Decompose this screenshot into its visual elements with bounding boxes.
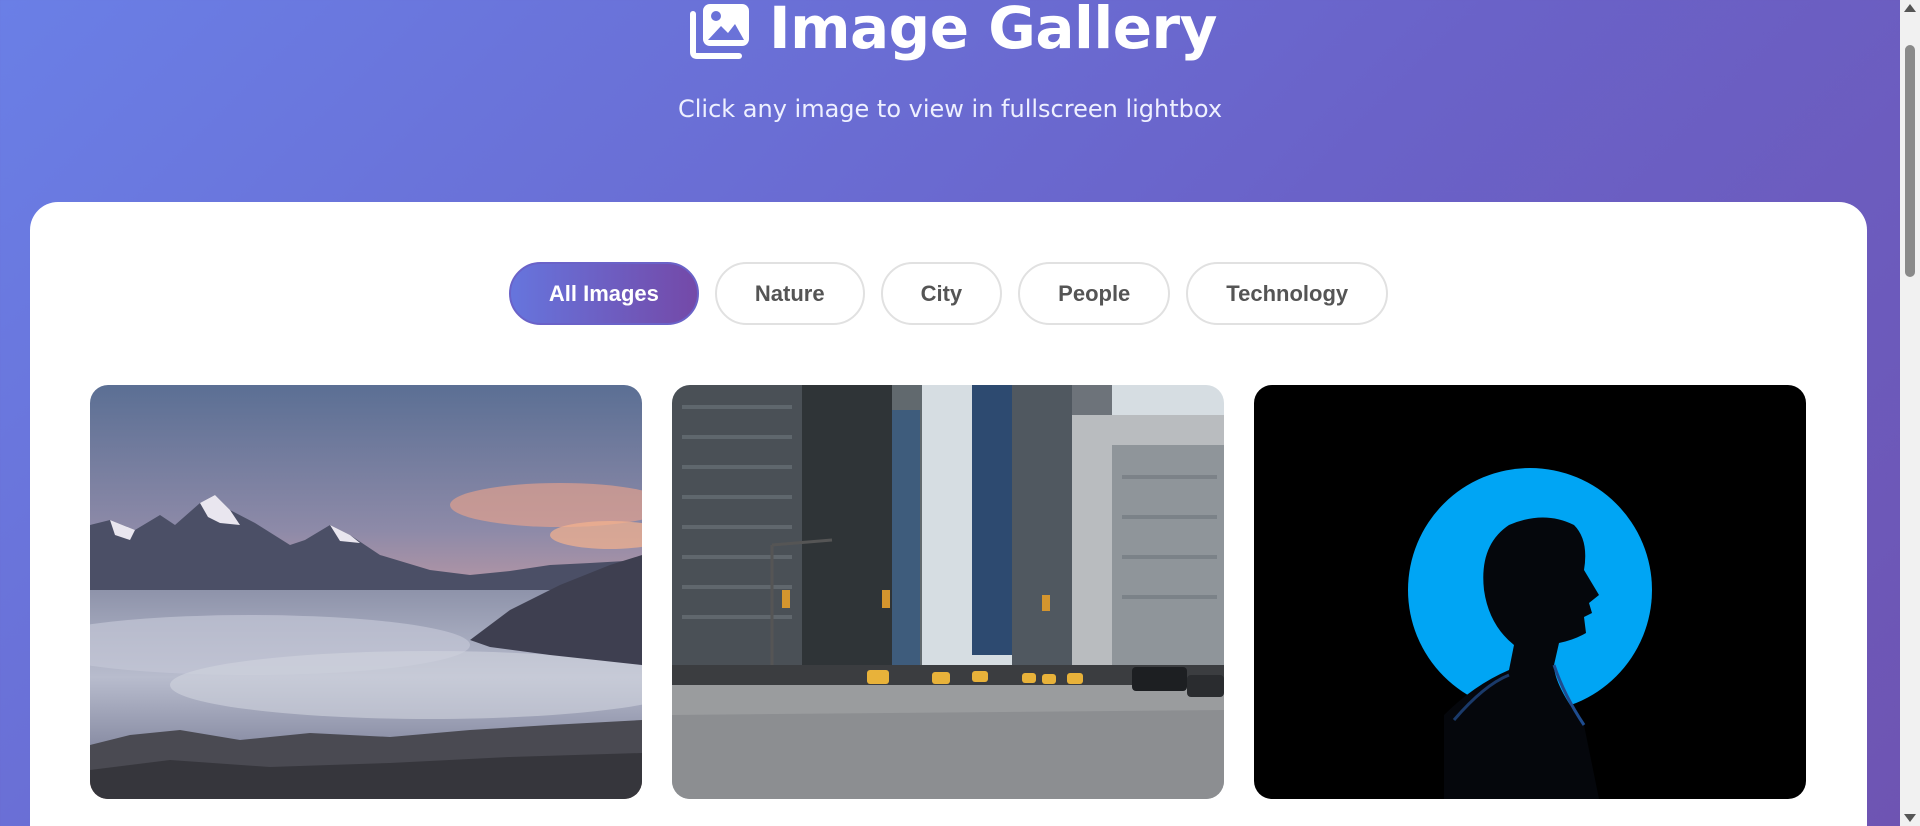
page-scrollbar[interactable] [1900, 0, 1920, 826]
gallery-item-silhouette[interactable] [1254, 385, 1806, 799]
filter-people-button[interactable]: People [1018, 262, 1171, 325]
gallery-panel: All Images Nature City People Technology [30, 202, 1867, 826]
images-icon [690, 4, 750, 59]
filter-bar: All Images Nature City People Technology [30, 262, 1867, 325]
filter-nature-button[interactable]: Nature [714, 262, 865, 325]
filter-technology-button[interactable]: Technology [1186, 262, 1389, 325]
silhouette-photo [1254, 385, 1806, 799]
page-title: Image Gallery [769, 0, 1217, 62]
page-subtitle: Click any image to view in fullscreen li… [677, 95, 1223, 123]
filter-all-images-button[interactable]: All Images [508, 262, 699, 325]
gallery-grid [90, 385, 1806, 799]
mountain-photo [90, 385, 642, 799]
scroll-thumb[interactable] [1905, 45, 1915, 277]
page-header: Image Gallery Click any image to view in… [0, 0, 1900, 200]
filter-city-button[interactable]: City [880, 262, 1003, 325]
scroll-up-icon[interactable] [1904, 4, 1916, 12]
gallery-item-mountains[interactable] [90, 385, 642, 799]
city-photo [672, 385, 1224, 799]
title-row: Image Gallery [0, 0, 1900, 62]
gallery-item-city[interactable] [672, 385, 1224, 799]
scroll-down-icon[interactable] [1904, 814, 1916, 822]
